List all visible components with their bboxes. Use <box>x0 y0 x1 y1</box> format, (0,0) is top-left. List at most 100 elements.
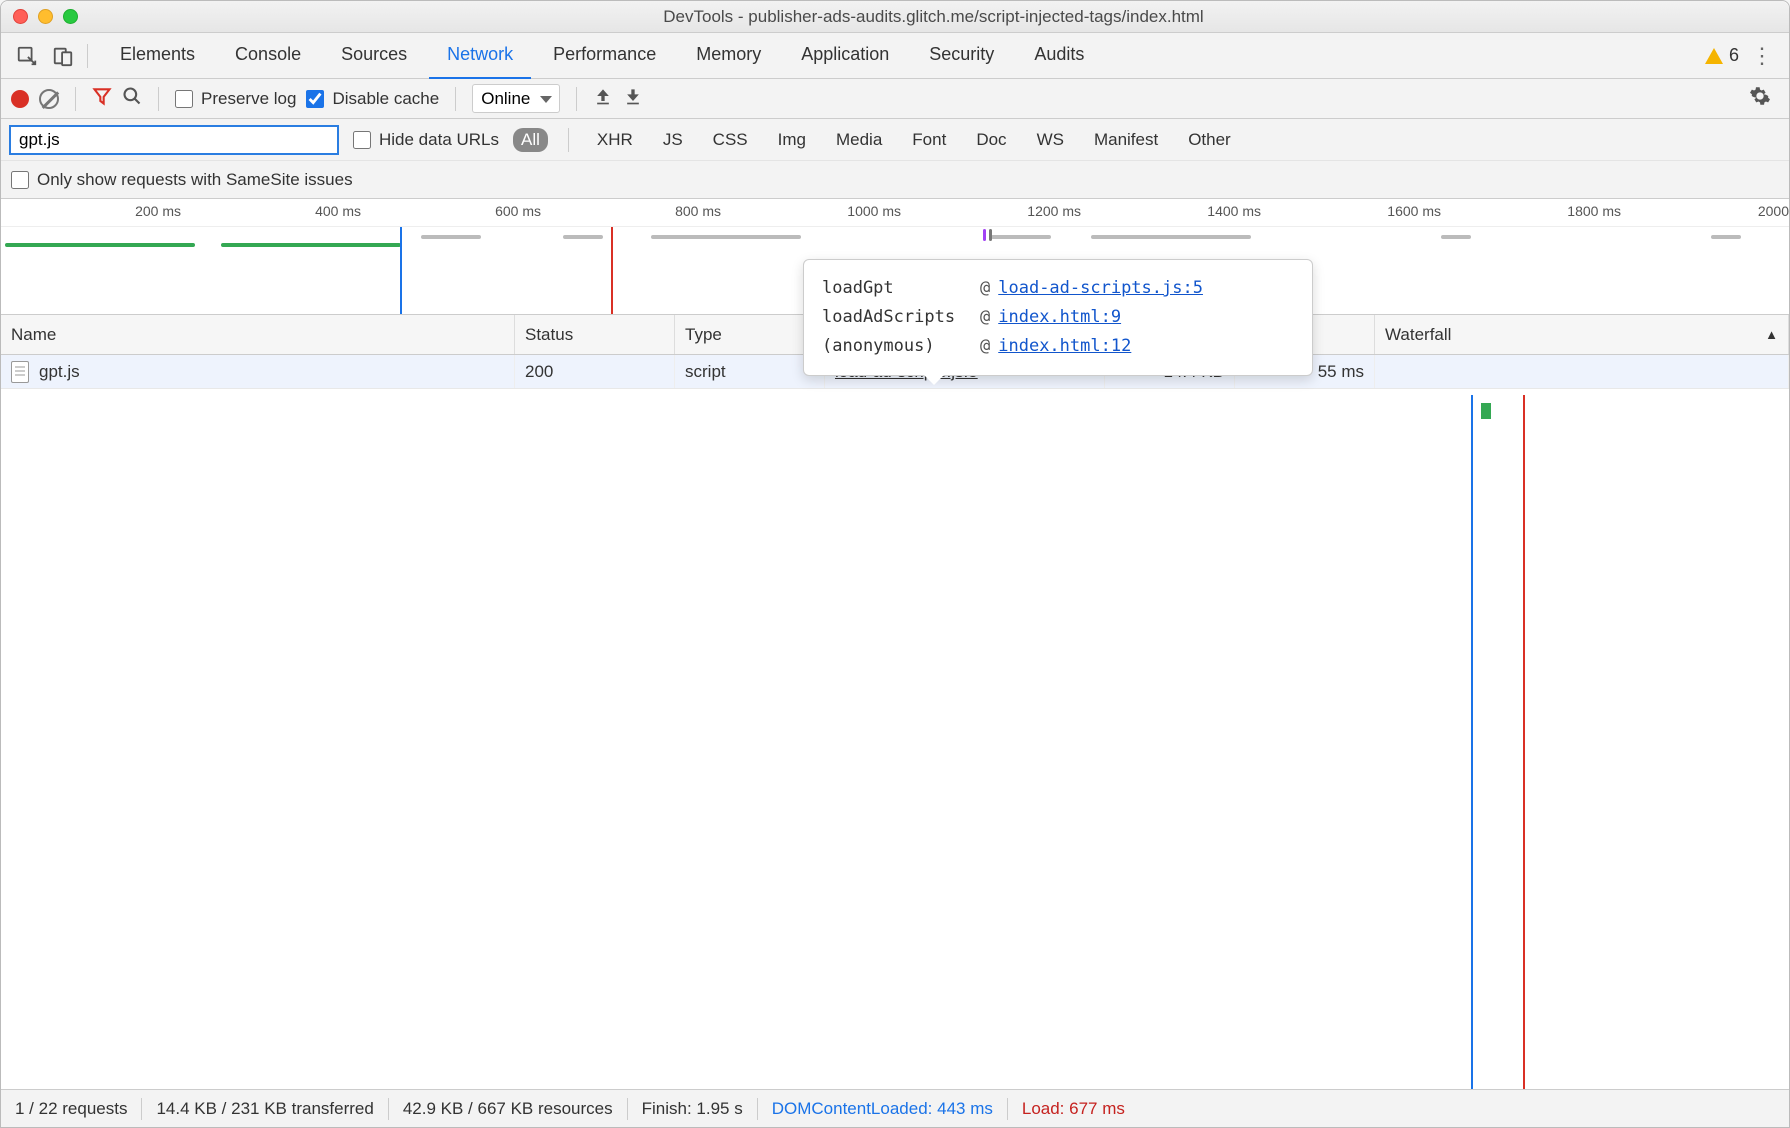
search-icon[interactable] <box>122 86 142 111</box>
preserve-log-input[interactable] <box>175 90 193 108</box>
column-header-name[interactable]: Name <box>1 315 515 354</box>
timeline-tick: 1000 ms <box>847 203 901 219</box>
timeline-tick: 400 ms <box>315 203 361 219</box>
type-filter-other[interactable]: Other <box>1180 128 1239 152</box>
status-requests: 1 / 22 requests <box>15 1099 127 1119</box>
tab-security[interactable]: Security <box>911 32 1012 80</box>
inspect-element-icon[interactable] <box>15 44 39 68</box>
load-marker <box>611 227 613 314</box>
more-options-icon[interactable]: ⋮ <box>1751 43 1773 69</box>
cell-waterfall <box>1375 355 1789 388</box>
status-finish: Finish: 1.95 s <box>642 1099 743 1119</box>
panel-tabs: Elements Console Sources Network Perform… <box>102 32 1705 80</box>
status-bar: 1 / 22 requests 14.4 KB / 231 KB transfe… <box>1 1089 1789 1127</box>
timeline-ruler: 200 ms 400 ms 600 ms 800 ms 1000 ms 1200… <box>1 199 1789 227</box>
timeline-tick: 1200 ms <box>1027 203 1081 219</box>
waterfall-label: Waterfall <box>1385 325 1451 345</box>
divider <box>1007 1098 1008 1120</box>
timeline-bar <box>1091 235 1251 239</box>
close-window-button[interactable] <box>13 9 28 24</box>
timeline-bar <box>221 243 401 247</box>
disable-cache-checkbox[interactable]: Disable cache <box>306 89 439 109</box>
column-header-status[interactable]: Status <box>515 315 675 354</box>
status-transferred: 14.4 KB / 231 KB transferred <box>156 1099 373 1119</box>
samesite-checkbox[interactable]: Only show requests with SameSite issues <box>11 170 353 190</box>
device-toolbar-icon[interactable] <box>51 44 75 68</box>
tab-performance[interactable]: Performance <box>535 32 674 80</box>
minimize-window-button[interactable] <box>38 9 53 24</box>
divider <box>568 128 569 152</box>
zoom-window-button[interactable] <box>63 9 78 24</box>
table-body: gpt.js 200 script load-ad-scripts.js:5 1… <box>1 355 1789 1089</box>
download-har-icon[interactable] <box>623 86 643 112</box>
timeline-tick: 1800 ms <box>1567 203 1621 219</box>
stack-link[interactable]: load-ad-scripts.js:5 <box>998 274 1203 303</box>
stack-link[interactable]: index.html:12 <box>998 332 1131 361</box>
timeline-bar <box>5 243 195 247</box>
timeline-bar <box>563 235 603 239</box>
type-filter-ws[interactable]: WS <box>1029 128 1072 152</box>
type-filter-img[interactable]: Img <box>770 128 814 152</box>
type-filter-font[interactable]: Font <box>904 128 954 152</box>
waterfall-area <box>1375 395 1789 1089</box>
at-symbol: @ <box>980 303 990 332</box>
tooltip-row: (anonymous) @ index.html:12 <box>822 332 1294 361</box>
type-filter-css[interactable]: CSS <box>705 128 756 152</box>
dcl-marker <box>400 227 402 314</box>
network-table: Name Status Type Waterfall ▲ gpt.js 200 … <box>1 315 1789 1089</box>
divider <box>576 87 577 111</box>
hide-data-urls-input[interactable] <box>353 131 371 149</box>
at-symbol: @ <box>980 274 990 303</box>
divider <box>627 1098 628 1120</box>
timeline-tick: 800 ms <box>675 203 721 219</box>
network-toolbar: Preserve log Disable cache Online <box>1 79 1789 119</box>
divider <box>75 87 76 111</box>
timeline-bar <box>1441 235 1471 239</box>
timeline-tick: 200 ms <box>135 203 181 219</box>
type-filter-manifest[interactable]: Manifest <box>1086 128 1166 152</box>
timeline-tick: 600 ms <box>495 203 541 219</box>
clear-button[interactable] <box>39 89 59 109</box>
record-button[interactable] <box>11 90 29 108</box>
tooltip-row: loadGpt @ load-ad-scripts.js:5 <box>822 274 1294 303</box>
window-controls <box>13 9 78 24</box>
disable-cache-input[interactable] <box>306 90 324 108</box>
stack-link[interactable]: index.html:9 <box>998 303 1121 332</box>
type-filters: All XHR JS CSS Img Media Font Doc WS Man… <box>513 128 1239 152</box>
panel-tabs-bar: Elements Console Sources Network Perform… <box>1 33 1789 79</box>
titlebar: DevTools - publisher-ads-audits.glitch.m… <box>1 1 1789 33</box>
filter-input[interactable] <box>9 125 339 155</box>
tab-memory[interactable]: Memory <box>678 32 779 80</box>
timeline-bar <box>989 229 992 241</box>
preserve-log-checkbox[interactable]: Preserve log <box>175 89 296 109</box>
tab-network[interactable]: Network <box>429 32 531 80</box>
timeline-tick: 2000 <box>1758 203 1789 219</box>
divider <box>141 1098 142 1120</box>
tab-application[interactable]: Application <box>783 32 907 80</box>
samesite-input[interactable] <box>11 171 29 189</box>
filter-icon[interactable] <box>92 86 112 112</box>
tab-audits[interactable]: Audits <box>1016 32 1102 80</box>
cell-name: gpt.js <box>1 355 515 388</box>
hide-data-urls-checkbox[interactable]: Hide data URLs <box>353 130 499 150</box>
stack-fn: (anonymous) <box>822 332 972 361</box>
tab-elements[interactable]: Elements <box>102 32 213 80</box>
tab-console[interactable]: Console <box>217 32 319 80</box>
samesite-label: Only show requests with SameSite issues <box>37 170 353 190</box>
filter-bar: Hide data URLs All XHR JS CSS Img Media … <box>1 119 1789 161</box>
type-filter-xhr[interactable]: XHR <box>589 128 641 152</box>
waterfall-bar <box>1481 403 1491 419</box>
warnings-badge[interactable]: 6 <box>1705 45 1739 66</box>
type-filter-media[interactable]: Media <box>828 128 890 152</box>
tab-sources[interactable]: Sources <box>323 32 425 80</box>
divider <box>455 87 456 111</box>
type-filter-all[interactable]: All <box>513 128 548 152</box>
type-filter-doc[interactable]: Doc <box>968 128 1014 152</box>
column-header-waterfall[interactable]: Waterfall ▲ <box>1375 315 1789 354</box>
timeline-tick: 1400 ms <box>1207 203 1261 219</box>
throttling-select[interactable]: Online <box>472 84 560 113</box>
type-filter-js[interactable]: JS <box>655 128 691 152</box>
upload-har-icon[interactable] <box>593 86 613 112</box>
cell-status: 200 <box>515 355 675 388</box>
settings-icon[interactable] <box>1749 85 1771 113</box>
